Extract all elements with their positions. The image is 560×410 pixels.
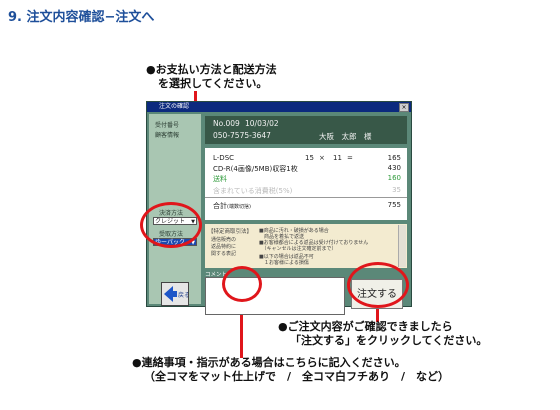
- item-amount: 165: [387, 154, 401, 162]
- receipt-label: 受付番号: [155, 122, 180, 129]
- customer-info-box: No.009 10/03/02 050-7575-3647 大阪 太郎 様: [205, 116, 407, 144]
- tax-amount: 35: [392, 186, 401, 194]
- customer-name: 大阪 太郎 様: [319, 132, 372, 141]
- item-unit-price: 11: [333, 154, 342, 162]
- order-date: 10/03/02: [245, 119, 279, 128]
- close-icon[interactable]: ×: [399, 103, 409, 112]
- legal-heading: 【特定商取引法】: [208, 229, 253, 235]
- legal-left-1: 通信販売の: [211, 237, 237, 243]
- annotation-comment-line1: ●連絡事項・指示がある場合はこちらに記入ください。: [132, 356, 406, 369]
- page-title: 9. 注文内容確認−注文へ: [8, 10, 155, 25]
- customer-phone: 050-7575-3647: [213, 131, 271, 140]
- highlight-comment: [222, 266, 262, 302]
- item-label: CD-R(4画像/5MB)収容1枚: [213, 165, 298, 173]
- order-items: L-DSC 15 × 11 = 165 CD-R(4画像/5MB)収容1枚 43…: [205, 148, 407, 220]
- annotation-comment-line2: （全コマをマット仕上げで / 全コマ白フチあり / など）: [144, 370, 450, 383]
- annotation-payment: ●お支払い方法と配送方法 を選択してください。: [146, 63, 277, 91]
- customer-label: 顧客情報: [155, 132, 180, 139]
- legal-left-2: 返品特約に: [211, 244, 237, 250]
- back-label: 戻る: [178, 291, 188, 299]
- total-label-text: 合計: [213, 202, 227, 210]
- annotation-comment: ●連絡事項・指示がある場合はこちらに記入ください。 （全コマをマット仕上げで /…: [132, 356, 449, 384]
- total-amount: 755: [387, 201, 401, 209]
- annotation-order-line2: 「注文する」をクリックしてください。: [290, 334, 488, 347]
- annotation-payment-line2: を選択してください。: [158, 77, 268, 90]
- annotation-order: ●ご注文内容がご確認できましたら 「注文する」をクリックしてください。: [278, 320, 487, 348]
- item-times: ×: [319, 154, 325, 162]
- highlight-payment: [140, 202, 202, 248]
- divider: [205, 197, 407, 198]
- item-qty: 15: [305, 154, 314, 162]
- legal-right-6: １お客様による損傷: [259, 260, 309, 266]
- back-arrow-icon: 戻る: [164, 286, 190, 302]
- receipt-number: No.009: [213, 119, 240, 128]
- tax-label: 含まれている消費税(5%): [213, 187, 293, 195]
- dialog-titlebar: 注文の確認 ×: [147, 102, 411, 112]
- shipping-amount: 160: [387, 174, 401, 182]
- shipping-label: 送料: [213, 175, 227, 183]
- annotation-order-line1: ●ご注文内容がご確認できましたら: [278, 320, 453, 333]
- highlight-order-button: [347, 262, 409, 308]
- item-equals: =: [347, 154, 353, 162]
- dialog-title: 注文の確認: [159, 103, 190, 110]
- annotation-payment-line1: ●お支払い方法と配送方法: [146, 63, 277, 76]
- item-label: L-DSC: [213, 154, 235, 162]
- legal-right-4: （キャンセルは注文確定前まで）: [259, 246, 337, 252]
- item-amount: 430: [387, 164, 401, 172]
- legal-left-3: 関する表記: [211, 251, 237, 257]
- total-label-sub: (端数切捨): [227, 204, 251, 210]
- legal-scrollbar[interactable]: [398, 225, 406, 267]
- total-label: 合計(端数切捨): [213, 201, 251, 211]
- back-button[interactable]: 戻る: [161, 282, 190, 306]
